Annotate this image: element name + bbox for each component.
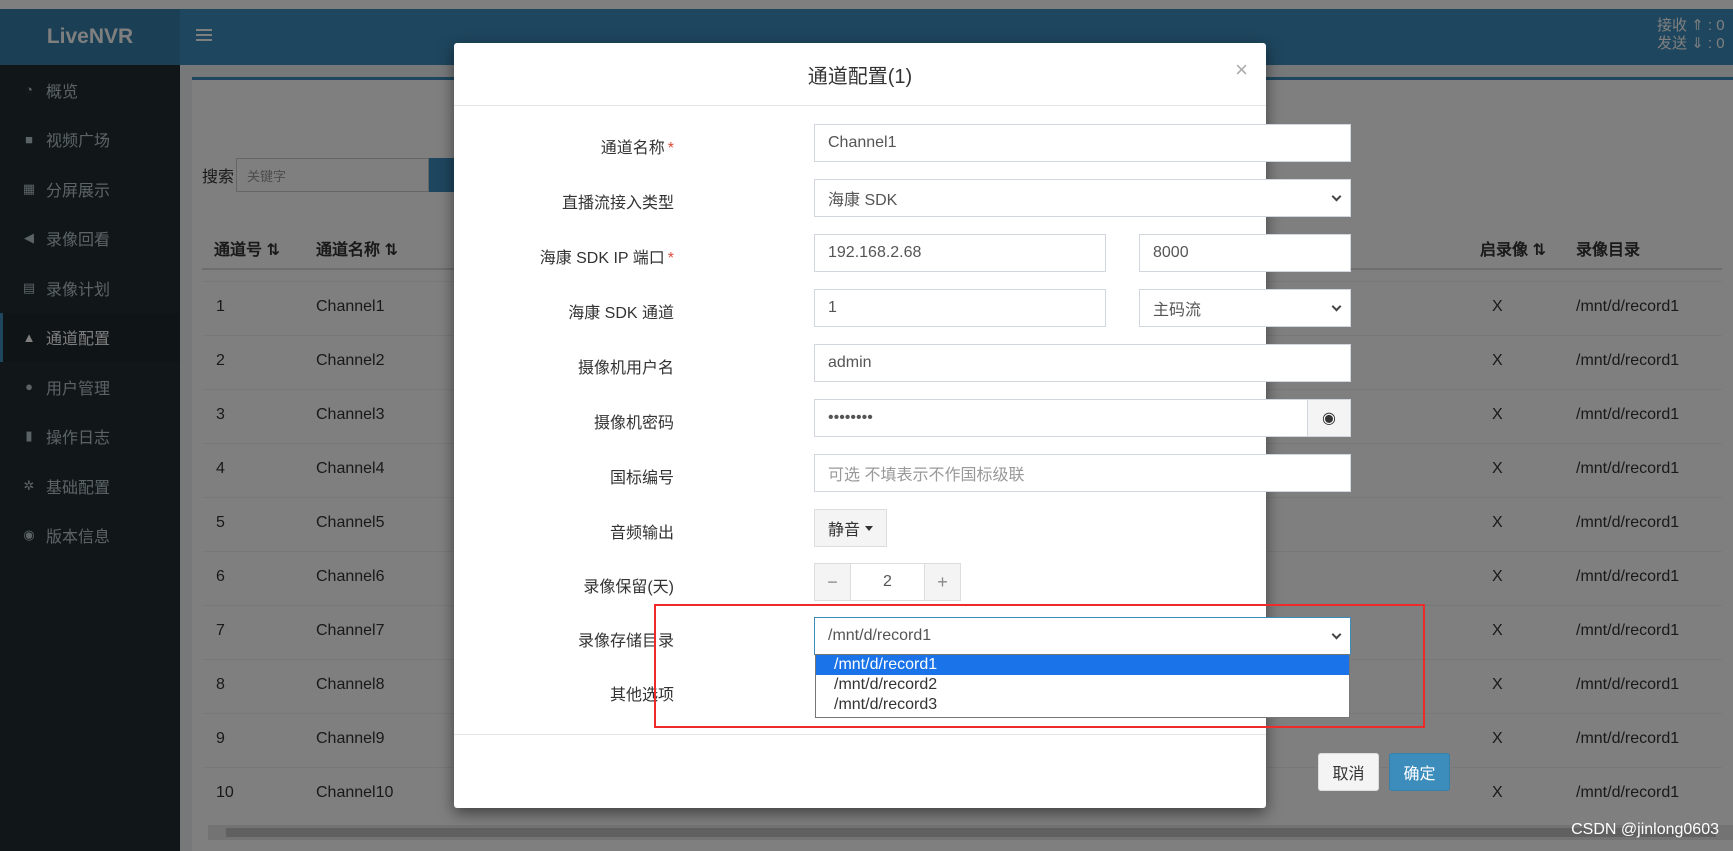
camera-pass-input[interactable]: ••••••••	[814, 399, 1308, 437]
form-row-camera-pass: 摄像机密码 •••••••• ◉	[454, 399, 1351, 437]
retention-value[interactable]: 2	[851, 563, 924, 601]
close-icon[interactable]: ×	[1235, 57, 1248, 83]
form-row-channel-name: 通道名称 * Channel1	[454, 124, 1351, 162]
option-record2[interactable]: /mnt/d/record2	[816, 675, 1349, 695]
eye-slash-icon[interactable]: ◉	[1307, 399, 1351, 437]
gb-code-label: 国标编号	[609, 470, 674, 487]
retention-stepper: − 2 +	[814, 563, 961, 601]
retention-label: 录像保留(天)	[583, 579, 674, 596]
storage-dir-options: /mnt/d/record1 /mnt/d/record2 /mnt/d/rec…	[815, 654, 1350, 718]
stream-type-select[interactable]: 海康 SDK	[814, 179, 1351, 217]
gb-code-input[interactable]: 可选 不填表示不作国标级联	[814, 454, 1351, 492]
form-row-sdk-ip-port: 海康 SDK IP 端口 * 192.168.2.68 8000	[454, 234, 1351, 272]
sdk-channel-input[interactable]: 1	[814, 289, 1106, 327]
form-row-audio: 音频输出 静音	[454, 509, 1266, 547]
chevron-down-icon	[1331, 301, 1342, 312]
caret-down-icon	[865, 525, 873, 531]
page: LiveNVR 接收 ⇑ : 0 发送 ⇓ : 0 ◔概览 ■视频广场 ▦分屏展…	[0, 0, 1733, 851]
modal-title: 通道配置(1)	[807, 65, 913, 88]
sdk-port-input[interactable]: 8000	[1139, 234, 1351, 272]
camera-user-input[interactable]: admin	[814, 344, 1351, 382]
watermark: CSDN @jinlong0603	[1571, 821, 1719, 838]
sdk-channel-label: 海康 SDK 通道	[568, 305, 674, 322]
sdk-ip-port-label: 海康 SDK IP 端口 *	[539, 250, 674, 267]
chevron-down-icon	[1331, 191, 1342, 202]
sdk-ip-input[interactable]: 192.168.2.68	[814, 234, 1106, 272]
form-row-sdk-channel: 海康 SDK 通道 1 主码流	[454, 289, 1351, 327]
form-row-retention: 录像保留(天) − 2 +	[454, 563, 1266, 601]
form-row-stream-type: 直播流接入类型 海康 SDK	[454, 179, 1351, 217]
modal-header: 通道配置(1) ×	[454, 43, 1266, 106]
option-record3[interactable]: /mnt/d/record3	[816, 695, 1349, 715]
modal-footer	[454, 734, 1266, 808]
ok-button[interactable]: 确定	[1389, 753, 1450, 791]
camera-pass-label: 摄像机密码	[593, 415, 674, 432]
audio-output-dropdown[interactable]: 静音	[814, 509, 887, 547]
stream-type-label: 直播流接入类型	[561, 195, 674, 212]
form-row-gb-code: 国标编号 可选 不填表示不作国标级联	[454, 454, 1351, 492]
channel-name-input[interactable]: Channel1	[814, 124, 1351, 162]
channel-name-label: 通道名称 *	[600, 140, 674, 157]
plus-button[interactable]: +	[924, 563, 961, 601]
cancel-button[interactable]: 取消	[1318, 753, 1379, 791]
audio-label: 音频输出	[609, 525, 674, 542]
option-record1[interactable]: /mnt/d/record1	[816, 655, 1349, 675]
minus-button[interactable]: −	[814, 563, 851, 601]
stream-quality-select[interactable]: 主码流	[1139, 289, 1351, 327]
camera-user-label: 摄像机用户名	[577, 360, 674, 377]
form-row-camera-user: 摄像机用户名 admin	[454, 344, 1351, 382]
